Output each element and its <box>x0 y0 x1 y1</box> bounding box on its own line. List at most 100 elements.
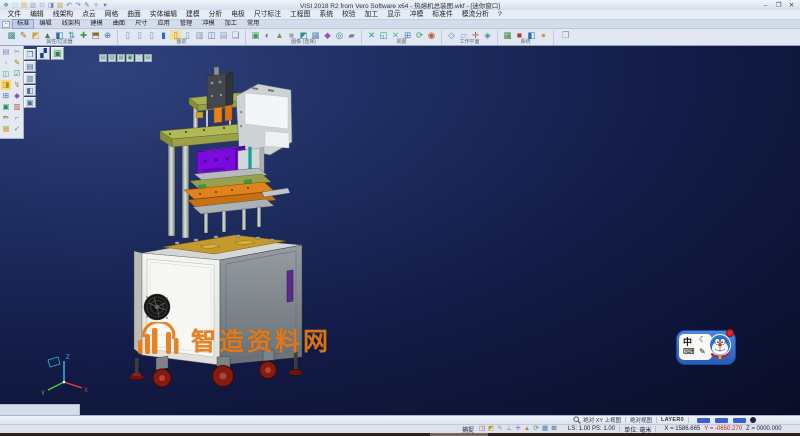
menu-item[interactable]: 建模 <box>182 10 205 19</box>
ribbon-icon[interactable]: ▰ <box>346 30 357 40</box>
ribbon-extra-icon[interactable]: ❐ <box>560 30 571 40</box>
menu-item[interactable]: 模流分析 <box>457 10 493 19</box>
ribbon-icon[interactable]: ✎ <box>18 30 29 40</box>
toolbar-tab[interactable]: 冲模 <box>197 19 219 29</box>
menu-item[interactable]: 工程图 <box>286 10 315 19</box>
menu-item[interactable]: 冲模 <box>405 10 428 19</box>
ribbon-icon[interactable]: ◩ <box>30 30 41 40</box>
ribbon-icon[interactable]: ◈ <box>482 30 493 40</box>
floating-mini-button[interactable]: ▥ <box>108 54 116 62</box>
snap-toggle-icon[interactable]: ⊞ <box>550 425 558 433</box>
quick-access-icon[interactable]: ▾ <box>101 1 109 10</box>
left-toolbar-icon[interactable]: ▫ <box>1 58 11 68</box>
floating-view-button[interactable]: ▣ <box>24 97 36 108</box>
ribbon-icon[interactable]: ▩ <box>6 30 17 40</box>
toolbar-tab[interactable]: 曲面 <box>108 19 130 29</box>
menu-item[interactable]: 系统 <box>315 10 338 19</box>
toolbar-tab[interactable]: 应用 <box>152 19 174 29</box>
quick-access-icon[interactable]: ✎ <box>83 1 91 10</box>
floating-view-button[interactable]: ▤ <box>24 61 36 72</box>
snap-toggle-icon[interactable]: ◳ <box>478 425 486 433</box>
ribbon-icon[interactable]: ▯ <box>146 30 157 40</box>
menu-item[interactable]: 实体编辑 <box>145 10 181 19</box>
left-toolbar-icon[interactable]: ✓ <box>12 124 22 134</box>
ribbon-icon[interactable]: ▯ <box>122 30 133 40</box>
active-layer-indicator[interactable]: LAYER0 <box>661 417 684 423</box>
floating-mini-button[interactable]: ▤ <box>99 54 107 62</box>
toolbar-tab[interactable]: 编辑 <box>34 19 56 29</box>
menu-item[interactable]: 点云 <box>78 10 101 19</box>
menu-item[interactable]: ? <box>493 10 506 19</box>
ribbon-icon[interactable]: ⟳ <box>414 30 425 40</box>
collapse-button[interactable]: - <box>2 21 10 28</box>
menu-item[interactable]: 电极 <box>227 10 250 19</box>
snap-toggle-icon[interactable]: ✎ <box>496 425 504 433</box>
ribbon-icon[interactable]: ✕ <box>366 30 377 40</box>
toolbar-tab[interactable]: 标准 <box>12 19 34 29</box>
ribbon-icon[interactable]: ◱ <box>378 30 389 40</box>
left-toolbar-icon[interactable]: ✂ <box>12 47 22 57</box>
floating-view-button[interactable]: ▥ <box>24 73 36 84</box>
menu-item[interactable]: 曲面 <box>123 10 146 19</box>
snap-toggle-icon[interactable]: ⟳ <box>532 425 540 433</box>
ribbon-icon[interactable]: ◇ <box>446 30 457 40</box>
snap-toggle-icon[interactable]: ◩ <box>487 425 495 433</box>
floating-view-button[interactable]: ❐ <box>24 49 36 60</box>
menu-item[interactable]: 编辑 <box>26 10 49 19</box>
left-toolbar-icon[interactable]: ▣ <box>1 102 11 112</box>
menu-item[interactable]: 网格 <box>100 10 123 19</box>
ribbon-icon[interactable]: ⬒ <box>90 30 101 40</box>
ribbon-icon[interactable]: ▯ <box>134 30 145 40</box>
toolbar-tab[interactable]: 尺寸 <box>130 19 152 29</box>
quick-access-icon[interactable]: ⊡ <box>38 1 46 10</box>
left-toolbar-icon[interactable]: ◨ <box>1 80 11 90</box>
ime-pen-icon[interactable]: ✎ <box>699 347 706 356</box>
quick-access-icon[interactable]: ≡ <box>92 1 100 10</box>
workplane-indicator[interactable]: 绝对 XY 上视图 <box>583 416 621 424</box>
toolbar-tab[interactable]: 加工 <box>220 19 242 29</box>
quick-access-icon[interactable]: ↷ <box>74 1 82 10</box>
ime-toolbar[interactable]: 中 ☾ ⌨ ✎ <box>676 330 736 365</box>
left-toolbar-icon[interactable]: ▥ <box>12 102 22 112</box>
ribbon-icon[interactable]: ◫ <box>206 30 217 40</box>
minimize-button[interactable]: – <box>759 1 772 10</box>
restore-button[interactable]: ❐ <box>772 1 785 10</box>
left-toolbar-icon[interactable]: ⊞ <box>1 91 11 101</box>
ribbon-icon[interactable]: ▲ <box>274 30 285 40</box>
ribbon-icon[interactable]: ▤ <box>218 30 229 40</box>
menu-item[interactable]: 文件 <box>3 10 26 19</box>
toolbar-tab[interactable]: 建模 <box>85 19 107 29</box>
ribbon-icon[interactable]: ◉ <box>426 30 437 40</box>
quick-access-icon[interactable]: ▥ <box>29 1 37 10</box>
floating-mini-button[interactable]: ▦ <box>117 54 125 62</box>
floating-mini-button[interactable]: ◫ <box>135 54 143 62</box>
view-indicator[interactable]: 绝对视图 <box>630 416 652 424</box>
ribbon-icon[interactable]: ▣ <box>250 30 261 40</box>
quick-access-icon[interactable]: ◨ <box>47 1 55 10</box>
ribbon-icon[interactable]: ⊕ <box>102 30 113 40</box>
ribbon-icon[interactable]: ▥ <box>194 30 205 40</box>
left-toolbar-icon[interactable]: ☑ <box>12 69 22 79</box>
menu-item[interactable]: 分析 <box>204 10 227 19</box>
floating-mode-button[interactable]: ▞ <box>37 47 50 60</box>
toolbar-tab[interactable]: 线架构 <box>57 19 86 29</box>
menu-item[interactable]: 加工 <box>360 10 383 19</box>
ime-keyboard-icon[interactable]: ⌨ <box>683 347 695 356</box>
left-toolbar-icon[interactable]: ✎ <box>12 58 22 68</box>
left-toolbar-icon[interactable]: ◫ <box>1 69 11 79</box>
left-toolbar-icon[interactable]: ↯ <box>12 80 22 90</box>
menu-item[interactable]: 校验 <box>338 10 361 19</box>
quick-access-icon[interactable]: ▤ <box>20 1 28 10</box>
ribbon-icon[interactable]: ❏ <box>230 30 241 40</box>
floating-mode-button[interactable]: ▣ <box>51 47 64 60</box>
close-button[interactable]: ✕ <box>785 1 798 10</box>
menu-item[interactable]: 尺寸标注 <box>249 10 285 19</box>
quick-access-icon[interactable]: ▧ <box>56 1 64 10</box>
toolbar-tab[interactable]: 管理 <box>175 19 197 29</box>
quick-access-icon[interactable]: ▢ <box>11 1 19 10</box>
ime-moon-icon[interactable]: ☾ <box>699 335 706 344</box>
viewport-3d[interactable]: X Y Z 智造资料网 中 ☾ ⌨ ✎ <box>0 46 800 415</box>
snap-toggle-icon[interactable]: ✛ <box>514 425 522 433</box>
floating-mini-button[interactable]: ▤ <box>144 54 152 62</box>
ribbon-icon[interactable]: ◆ <box>322 30 333 40</box>
